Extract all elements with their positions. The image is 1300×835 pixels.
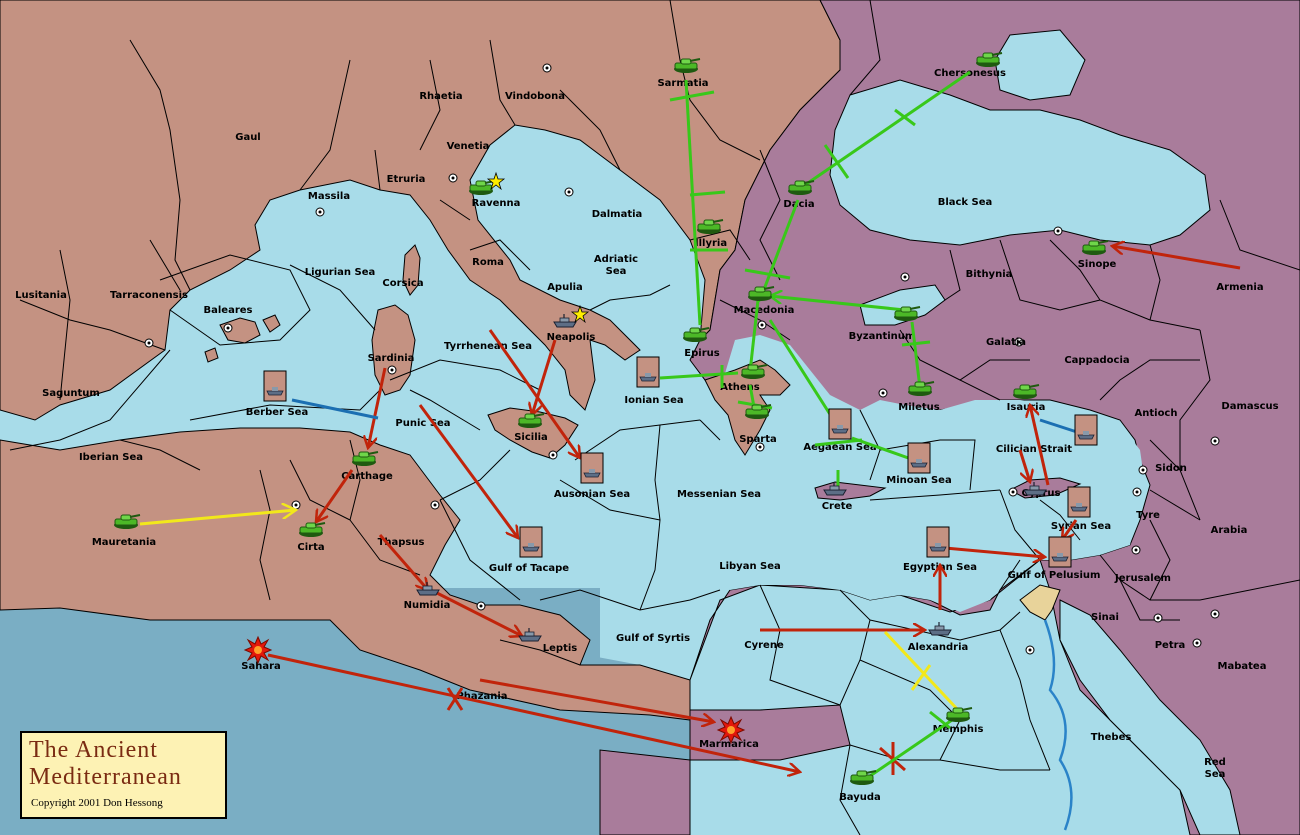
region-label-ravenna: Ravenna	[472, 198, 521, 209]
region-label-cyrene: Cyrene	[744, 640, 784, 651]
region-label-syrian-sea: Syrian Sea	[1051, 521, 1111, 532]
region-label-red-sea: Red Sea	[1204, 757, 1226, 780]
region-label-leptis: Leptis	[543, 643, 578, 654]
region-label-sparta: Sparta	[739, 434, 777, 445]
region-label-baleares: Baleares	[204, 305, 253, 316]
region-label-sicilia: Sicilia	[514, 432, 548, 443]
region-label-gulf-of-tacape: Gulf of Tacape	[489, 563, 569, 574]
region-label-minoan-sea: Minoan Sea	[886, 475, 951, 486]
region-label-punic-sea: Punic Sea	[395, 418, 450, 429]
region-label-libyan-sea: Libyan Sea	[719, 561, 781, 572]
fleet-cilician-strait[interactable]	[1074, 414, 1098, 446]
region-label-ausonian-sea: Ausonian Sea	[554, 489, 630, 500]
region-label-macedonia: Macedonia	[734, 305, 795, 316]
region-label-petra: Petra	[1155, 640, 1186, 651]
region-label-cirta: Cirta	[297, 542, 324, 553]
region-label-cappadocia: Cappadocia	[1064, 355, 1129, 366]
region-label-tyrrhenean-sea: Tyrrhenean Sea	[444, 341, 532, 352]
region-label-corsica: Corsica	[382, 278, 423, 289]
region-label-numidia: Numidia	[404, 600, 451, 611]
region-label-bayuda: Bayuda	[839, 792, 881, 803]
region-label-iberian-sea: Iberian Sea	[79, 452, 143, 463]
game-map[interactable]: Rhaetia Vindobona Sarmatia Chersonesus Gaul V…	[0, 0, 1300, 835]
region-label-antioch: Antioch	[1135, 408, 1178, 419]
region-label-phazania: Phazania	[456, 691, 507, 702]
dislodged-sahara	[244, 636, 272, 664]
region-label-miletus: Miletus	[898, 402, 939, 413]
region-label-jerusalem: Jerusalem	[1114, 573, 1171, 584]
region-label-sahara: Sahara	[241, 661, 281, 672]
region-label-dalmatia: Dalmatia	[592, 209, 643, 220]
region-label-cilician-strait: Cilician Strait	[996, 444, 1072, 455]
region-label-ligurian-sea: Ligurian Sea	[305, 267, 376, 278]
region-label-apulia: Apulia	[547, 282, 583, 293]
region-label-lusitania: Lusitania	[15, 290, 67, 301]
region-label-roma: Roma	[472, 257, 504, 268]
region-label-mabatea: Mabatea	[1218, 661, 1267, 672]
region-label-galatia: Galatia	[986, 337, 1026, 348]
region-label-mauretania: Mauretania	[92, 537, 156, 548]
region-label-gulf-of-pelusium: Gulf of Pelusium	[1008, 570, 1101, 581]
title-line-1: The Ancient	[29, 737, 158, 763]
region-label-gaul: Gaul	[235, 132, 261, 143]
region-label-sidon: Sidon	[1155, 463, 1187, 474]
fleet-egyptian-sea[interactable]	[926, 526, 950, 558]
region-label-venetia: Venetia	[447, 141, 490, 152]
region-label-black-sea: Black Sea	[938, 197, 993, 208]
region-label-illyria: Illyria	[695, 238, 727, 249]
region-label-rhaetia: Rhaetia	[419, 91, 462, 102]
fleet-ionian-sea[interactable]	[636, 356, 660, 388]
fleet-berber-sea[interactable]	[263, 370, 287, 402]
region-label-byzantinum: Byzantinum	[849, 331, 916, 342]
region-label-sardinia: Sardinia	[368, 353, 415, 364]
region-label-tyre: Tyre	[1136, 510, 1160, 521]
region-label-sinope: Sinope	[1078, 259, 1117, 270]
region-label-crete: Crete	[822, 501, 853, 512]
dislodged-marmarica	[717, 716, 745, 744]
region-label-thebes: Thebes	[1091, 732, 1132, 743]
region-label-tarraconensis: Tarraconensis	[110, 290, 188, 301]
region-label-epirus: Epirus	[684, 348, 719, 359]
copyright-text: Copyright 2001 Don Hessong	[31, 797, 163, 809]
region-label-marmarica: Marmarica	[699, 739, 759, 750]
region-label-isauria: Isauria	[1007, 402, 1046, 413]
region-label-damascus: Damascus	[1221, 401, 1278, 412]
fleet-syrian-sea[interactable]	[1067, 486, 1091, 518]
region-label-bithynia: Bithynia	[966, 269, 1013, 280]
region-label-ionian-sea: Ionian Sea	[624, 395, 683, 406]
region-label-vindobona: Vindobona	[505, 91, 565, 102]
title-panel: The Ancient Mediterranean Copyright 2001…	[20, 731, 227, 819]
region-label-armenia: Armenia	[1216, 282, 1263, 293]
region-label-alexandria: Alexandria	[908, 642, 969, 653]
region-label-gulf-of-syrtis: Gulf of Syrtis	[616, 633, 690, 644]
region-label-sinai: Sinai	[1091, 612, 1119, 623]
region-label-saguntum: Saguntum	[42, 388, 100, 399]
region-label-etruria: Etruria	[387, 174, 426, 185]
fleet-ausonian-sea[interactable]	[580, 452, 604, 484]
region-label-sarmatia: Sarmatia	[657, 78, 708, 89]
region-label-arabia: Arabia	[1211, 525, 1248, 536]
region-label-messenian-sea: Messenian Sea	[677, 489, 761, 500]
fleet-aegaean-sea[interactable]	[828, 408, 852, 440]
fleet-gulf-of-pelusium[interactable]	[1048, 536, 1072, 568]
fleet-minoan-sea[interactable]	[907, 442, 931, 474]
region-label-athens: Athens	[720, 382, 760, 393]
title-line-2: Mediterranean	[29, 764, 182, 790]
fleet-gulf-of-tacape[interactable]	[519, 526, 543, 558]
map-canvas[interactable]: Rhaetia VindobonaSarmatiaChersonesusGaulV…	[0, 0, 1300, 835]
region-label-massila: Massila	[308, 191, 350, 202]
region-label-berber-sea: Berber Sea	[246, 407, 308, 418]
